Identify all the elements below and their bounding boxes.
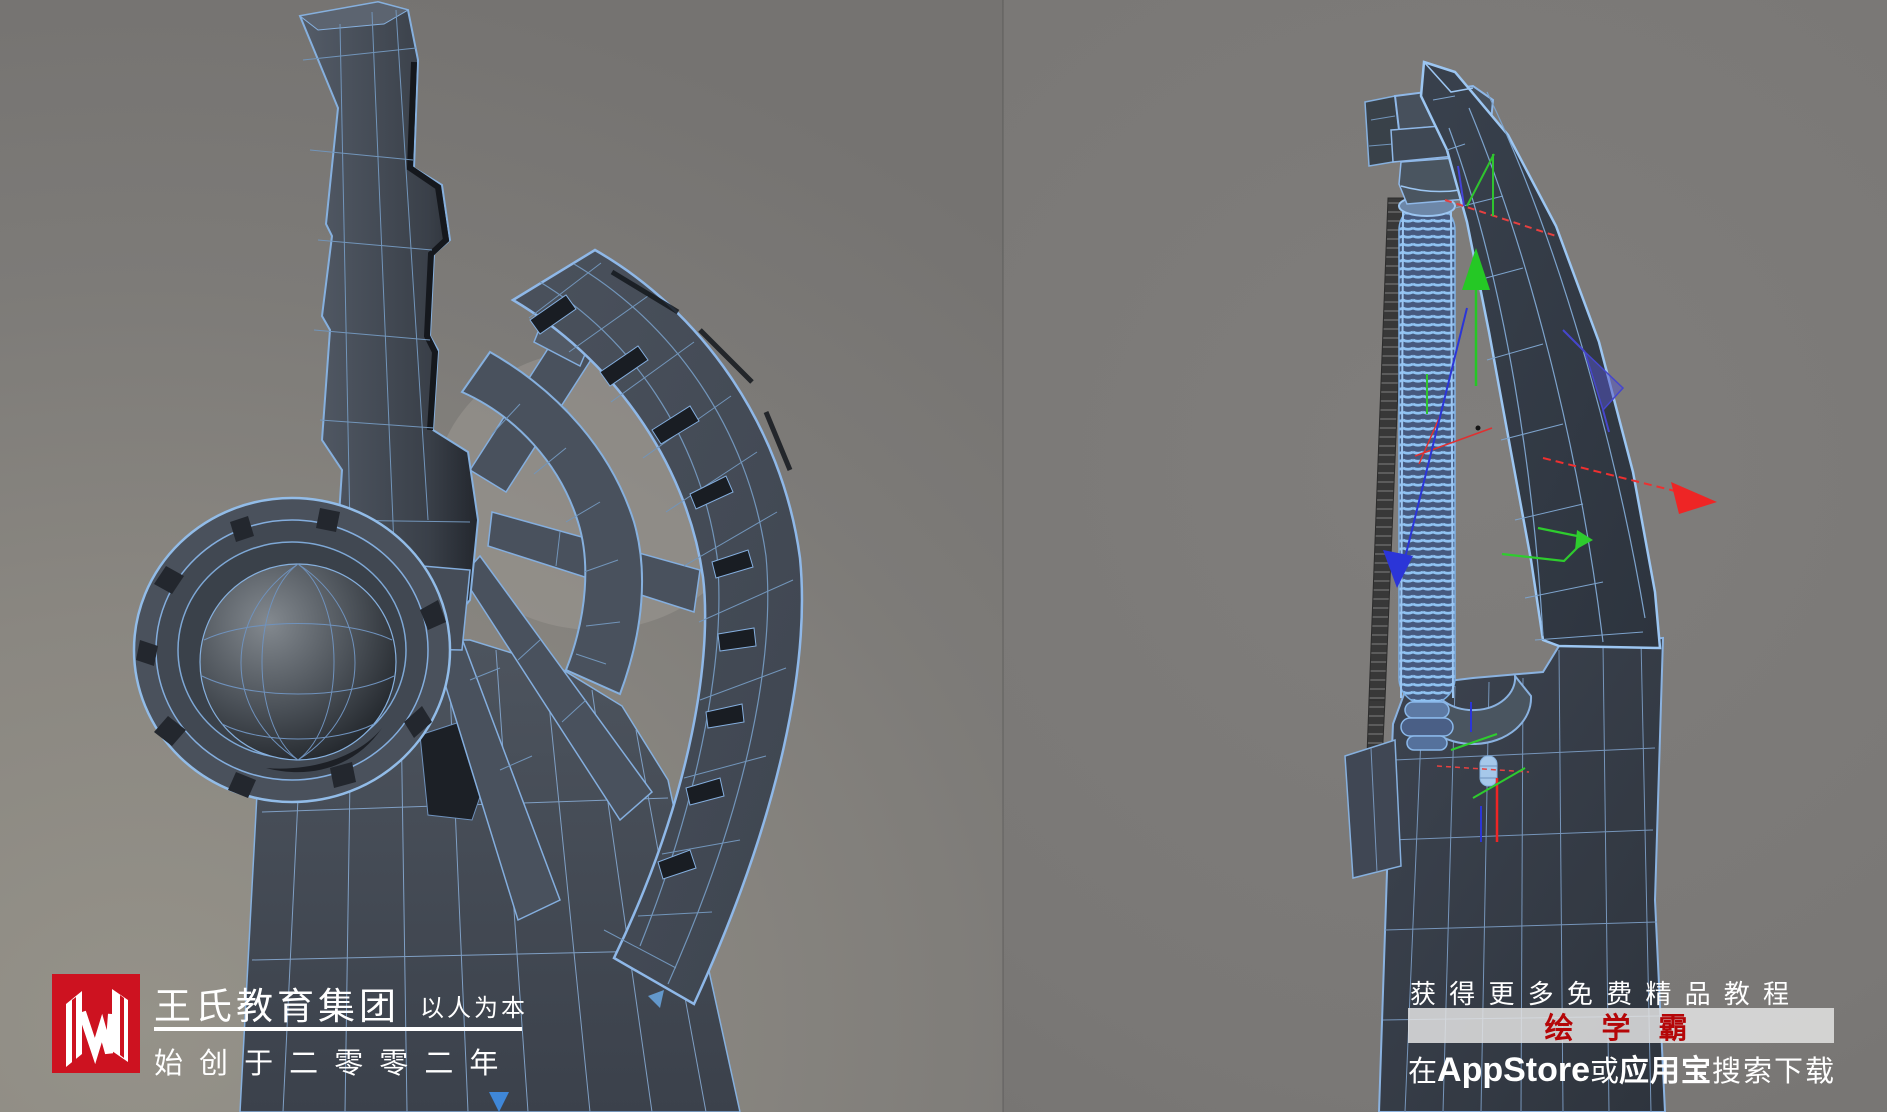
screenshot-canvas: 王氏教育集团 以人为本 始 创 于 二 零 零 二 年 获 得 更 多 免 费 … — [0, 0, 1887, 1112]
company-logo — [52, 974, 140, 1073]
conjunction: 或 — [1590, 1056, 1620, 1088]
company-name: 王氏教育集团 — [154, 986, 400, 1027]
selected-component[interactable] — [1479, 755, 1498, 787]
model-blade-slab — [1419, 60, 1662, 650]
pivot-dot — [1475, 425, 1481, 431]
download-prefix: 在 — [1408, 1056, 1438, 1088]
company-slogan: 以人为本 — [420, 995, 528, 1022]
right-wireframe-render — [1344, 60, 1717, 1112]
brand-name: 绘 学 霸 — [1544, 1012, 1698, 1045]
founded-year-text: 始 创 于 二 零 零 二 年 — [154, 1048, 503, 1080]
left-viewport[interactable] — [0, 0, 1003, 1112]
right-viewport[interactable] — [1003, 0, 1887, 1112]
download-instruction: 在 AppStore 或 应用宝 搜索下载 — [1408, 1046, 1836, 1090]
watermark-divider-line — [154, 1027, 522, 1031]
logo-w-icon — [66, 989, 128, 1067]
store-yingyongbao: 应用宝 — [1619, 1055, 1713, 1088]
store-appstore: AppStore — [1437, 1051, 1591, 1089]
brand-bar: 绘 学 霸 — [1408, 1008, 1834, 1045]
viewport-divider — [1002, 0, 1004, 1112]
watermark-left: 王氏教育集团 以人为本 始 创 于 二 零 零 二 年 — [52, 974, 532, 1080]
download-suffix: 搜索下载 — [1712, 1056, 1837, 1088]
left-wireframe-render — [132, 0, 804, 1112]
gizmo-x-axis-arrow[interactable] — [1671, 482, 1717, 514]
watermark-right: 获 得 更 多 免 费 精 品 教 程 绘 学 霸 在 AppStore 或 应… — [1408, 972, 1838, 1090]
